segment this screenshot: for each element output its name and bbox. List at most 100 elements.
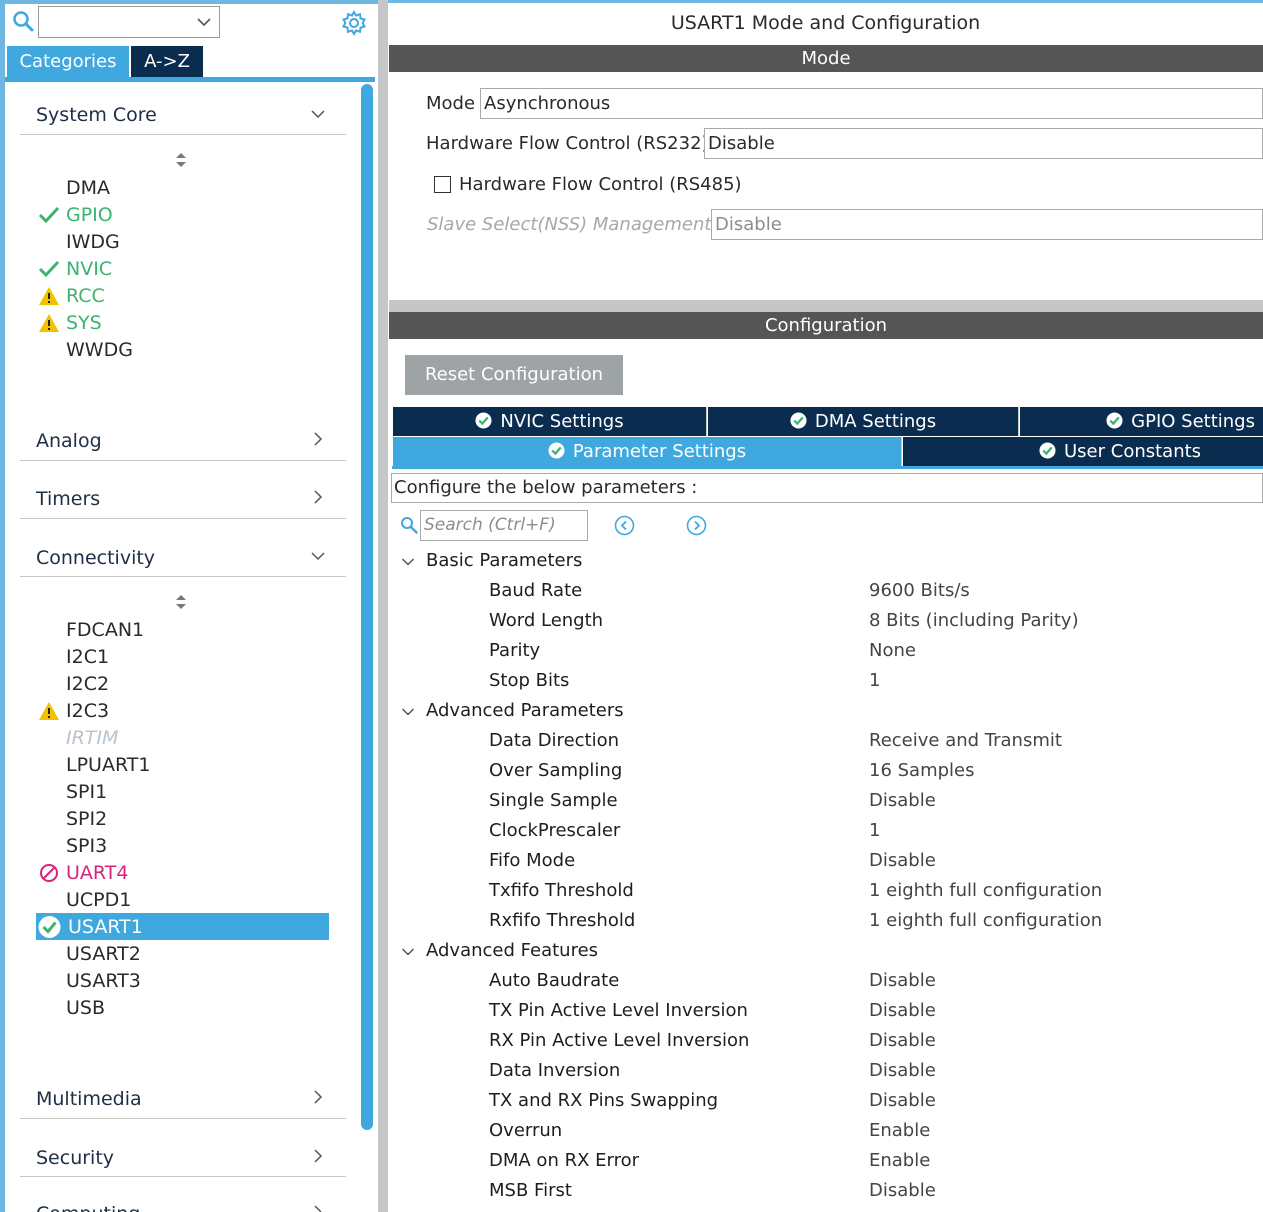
tabs-underline xyxy=(5,77,375,82)
hfc-rs232-select[interactable]: Disable xyxy=(704,128,1263,159)
hfc-rs485-checkbox[interactable] xyxy=(434,176,451,193)
search-icon[interactable] xyxy=(12,10,34,32)
list-item-fdcan1[interactable]: FDCAN1 xyxy=(66,619,144,641)
category-analog[interactable]: Analog xyxy=(36,430,102,452)
param-name: Parity xyxy=(489,640,541,661)
chevron-right-icon[interactable] xyxy=(310,431,326,447)
left-panel-top-border xyxy=(0,0,378,4)
mode-label: Mode xyxy=(426,93,476,114)
chevron-down-icon[interactable] xyxy=(310,106,326,122)
param-value[interactable]: Disable xyxy=(869,1060,936,1081)
chevron-right-icon[interactable] xyxy=(310,489,326,505)
list-item-usart2[interactable]: USART2 xyxy=(66,943,141,965)
sort-icon[interactable] xyxy=(174,593,188,611)
param-value[interactable]: Disable xyxy=(869,1030,936,1051)
search-combobox[interactable] xyxy=(38,6,220,38)
list-item-wwdg[interactable]: WWDG xyxy=(66,339,133,361)
list-item-spi1[interactable]: SPI1 xyxy=(66,781,107,803)
tab-categories[interactable]: Categories xyxy=(7,46,129,77)
warning-icon xyxy=(39,314,59,332)
parameter-search-input[interactable]: Search (Ctrl+F) xyxy=(420,510,588,541)
chevron-down-icon[interactable] xyxy=(401,555,415,569)
chevron-right-icon[interactable] xyxy=(310,1148,326,1164)
category-computing[interactable]: Computing xyxy=(36,1203,140,1212)
category-multimedia[interactable]: Multimedia xyxy=(36,1088,142,1110)
list-item-lpuart1[interactable]: LPUART1 xyxy=(66,754,150,776)
param-value[interactable]: 1 xyxy=(869,670,880,691)
list-item-spi3[interactable]: SPI3 xyxy=(66,835,107,857)
param-value[interactable]: Enable xyxy=(869,1120,930,1141)
param-value[interactable]: 1 eighth full configuration xyxy=(869,880,1102,901)
group-advanced-parameters[interactable]: Advanced Parameters xyxy=(426,700,624,721)
chevron-down-icon[interactable] xyxy=(195,13,213,31)
list-item-i2c1[interactable]: I2C1 xyxy=(66,646,109,668)
list-item-iwdg[interactable]: IWDG xyxy=(66,231,120,253)
list-item-i2c3[interactable]: I2C3 xyxy=(66,700,109,722)
tab-dma-settings-label: DMA Settings xyxy=(814,411,937,432)
category-timers[interactable]: Timers xyxy=(36,488,100,510)
list-item-usart3[interactable]: USART3 xyxy=(66,970,141,992)
list-item-dma[interactable]: DMA xyxy=(66,177,110,199)
param-value[interactable]: Receive and Transmit xyxy=(869,730,1062,751)
gear-icon[interactable] xyxy=(340,9,368,37)
reset-configuration-button[interactable]: Reset Configuration xyxy=(405,355,623,395)
param-value[interactable]: None xyxy=(869,640,916,661)
category-system-core[interactable]: System Core xyxy=(36,104,157,126)
chevron-right-icon[interactable] xyxy=(310,1089,326,1105)
check-circle-icon xyxy=(475,412,492,429)
tab-nvic-settings[interactable]: NVIC Settings xyxy=(393,407,707,436)
category-security[interactable]: Security xyxy=(36,1147,114,1169)
sort-icon[interactable] xyxy=(174,151,188,169)
left-panel xyxy=(0,0,378,1212)
list-item-i2c2[interactable]: I2C2 xyxy=(66,673,109,695)
param-name: Txfifo Threshold xyxy=(489,880,634,901)
tab-a-to-z[interactable]: A->Z xyxy=(131,46,203,77)
list-item-uart4[interactable]: UART4 xyxy=(66,862,128,884)
tabs-underline xyxy=(392,466,1263,469)
param-value[interactable]: 1 eighth full configuration xyxy=(869,910,1102,931)
tab-dma-settings[interactable]: DMA Settings xyxy=(708,407,1019,436)
param-value[interactable]: 9600 Bits/s xyxy=(869,580,970,601)
list-item-ucpd1[interactable]: UCPD1 xyxy=(66,889,131,911)
list-item-usart1[interactable]: USART1 xyxy=(68,916,143,938)
list-item-spi2[interactable]: SPI2 xyxy=(66,808,107,830)
tab-nvic-settings-label: NVIC Settings xyxy=(500,411,624,432)
param-value[interactable]: Enable xyxy=(869,1150,930,1171)
tab-user-constants[interactable]: User Constants xyxy=(903,437,1263,466)
check-icon xyxy=(38,260,60,278)
group-basic-parameters[interactable]: Basic Parameters xyxy=(426,550,582,571)
list-item-usb[interactable]: USB xyxy=(66,997,105,1019)
param-value[interactable]: 16 Samples xyxy=(869,760,975,781)
list-item-nvic[interactable]: NVIC xyxy=(66,258,112,280)
configuration-section-header: Configuration xyxy=(389,312,1263,339)
tab-gpio-settings[interactable]: GPIO Settings xyxy=(1020,407,1263,436)
chevron-down-icon[interactable] xyxy=(310,548,326,564)
param-value[interactable]: Disable xyxy=(869,1180,936,1201)
list-item-gpio[interactable]: GPIO xyxy=(66,204,113,226)
category-divider xyxy=(20,1176,346,1177)
chevron-right-icon[interactable] xyxy=(310,1204,326,1212)
check-circle-icon xyxy=(790,412,807,429)
search-icon[interactable] xyxy=(400,516,418,534)
tab-parameter-settings[interactable]: Parameter Settings xyxy=(393,437,902,466)
param-value[interactable]: Disable xyxy=(869,850,936,871)
mode-select[interactable]: Asynchronous xyxy=(480,88,1263,119)
panel-splitter[interactable] xyxy=(378,0,388,1212)
category-connectivity[interactable]: Connectivity xyxy=(36,547,155,569)
param-value[interactable]: 8 Bits (including Parity) xyxy=(869,610,1079,631)
param-value[interactable]: Disable xyxy=(869,970,936,991)
param-value[interactable]: Disable xyxy=(869,1090,936,1111)
previous-icon[interactable] xyxy=(614,515,635,536)
param-name: Word Length xyxy=(489,610,604,631)
list-item-rcc[interactable]: RCC xyxy=(66,285,105,307)
warning-icon xyxy=(39,702,59,720)
param-value[interactable]: 1 xyxy=(869,820,880,841)
list-item-sys[interactable]: SYS xyxy=(66,312,102,334)
chevron-down-icon[interactable] xyxy=(401,945,415,959)
group-advanced-features[interactable]: Advanced Features xyxy=(426,940,598,961)
param-value[interactable]: Disable xyxy=(869,1000,936,1021)
sidebar-scrollbar-thumb[interactable] xyxy=(361,84,373,1130)
param-value[interactable]: Disable xyxy=(869,790,936,811)
chevron-down-icon[interactable] xyxy=(401,705,415,719)
next-icon[interactable] xyxy=(686,515,707,536)
